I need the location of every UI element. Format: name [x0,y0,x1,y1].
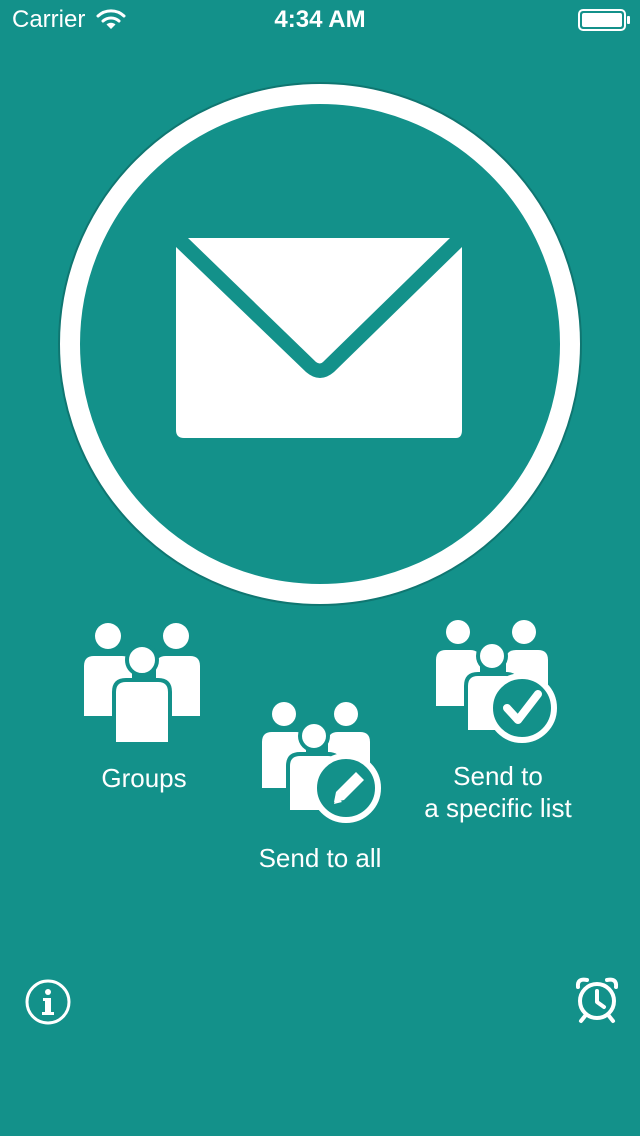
send-to-all-label: Send to all [258,843,382,873]
groups-button[interactable]: Groups [70,616,218,806]
status-bar: Carrier 4:34 AM [0,0,640,40]
alarm-clock-icon [575,977,619,1023]
envelope-icon [58,82,582,606]
send-to-specific-list-label: Send to a specific list [404,760,592,824]
battery-icon [578,9,630,31]
people-group-icon [84,623,200,746]
people-edit-icon [262,702,381,823]
app-screen: Carrier 4:34 AM Groups Send to all Send … [0,0,640,1136]
compose-mail-button[interactable] [58,82,582,606]
alarm-button[interactable] [572,974,622,1024]
send-to-specific-list-line2: a specific list [424,793,572,823]
status-time: 4:34 AM [274,6,366,33]
send-to-specific-list-button[interactable]: Send to a specific list [404,616,592,830]
groups-label: Groups [101,763,187,793]
people-check-icon [436,620,557,743]
info-icon [25,979,71,1025]
info-button[interactable] [24,978,72,1026]
send-to-all-button[interactable]: Send to all [236,700,404,880]
send-to-specific-list-line1: Send to [453,761,543,791]
